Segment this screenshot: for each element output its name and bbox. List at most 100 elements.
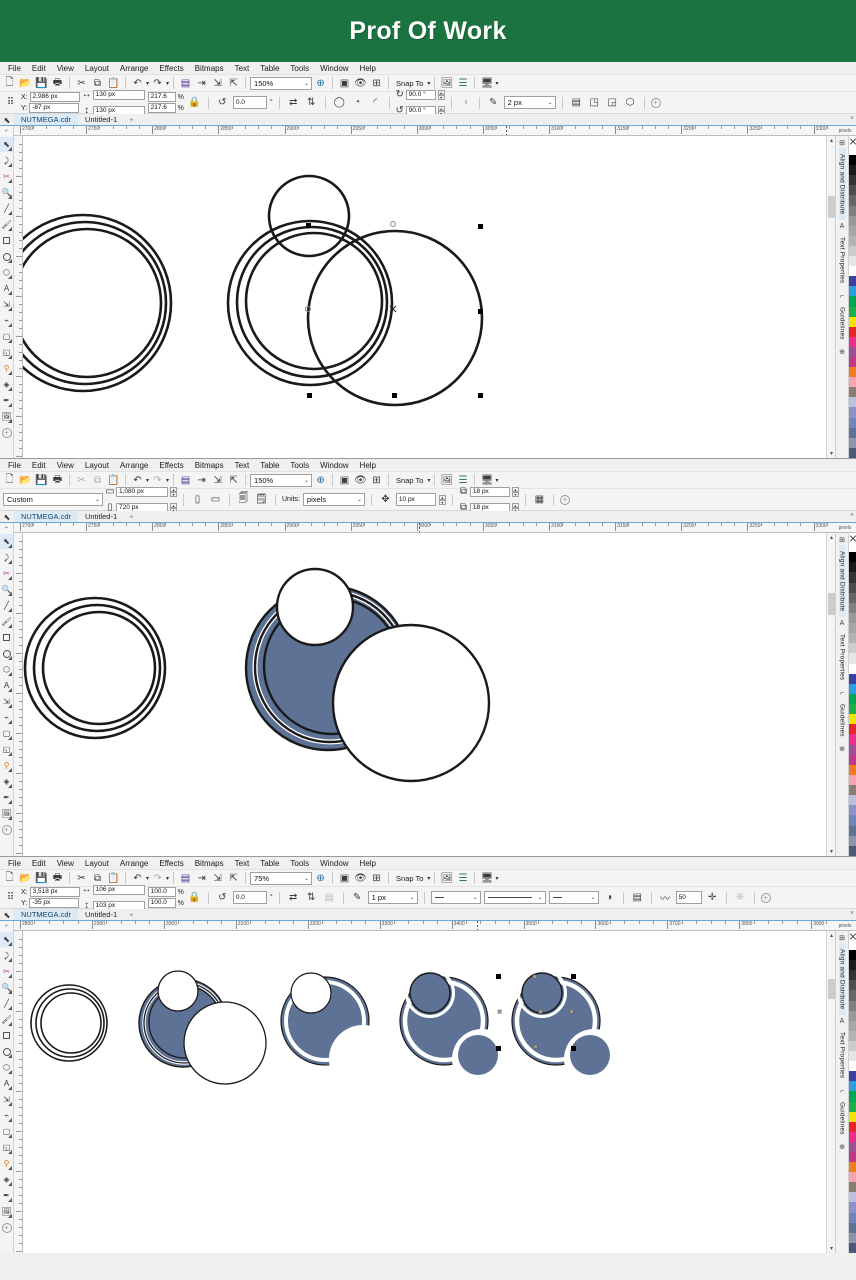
undo-dropdown-icon[interactable]: ▾ bbox=[146, 477, 149, 484]
snap-to-label[interactable]: Snap To bbox=[393, 874, 426, 883]
palette-swatch[interactable] bbox=[849, 602, 856, 613]
palette-swatch[interactable] bbox=[849, 612, 856, 623]
tool-fill[interactable]: 🖼 bbox=[0, 1204, 13, 1219]
menu-effects[interactable]: Effects bbox=[154, 62, 189, 75]
object-origin-icon[interactable]: ⠿ bbox=[3, 890, 18, 905]
palette-swatch[interactable] bbox=[849, 960, 856, 971]
propbar-overflow-icon[interactable]: + bbox=[760, 892, 771, 903]
menu-tools[interactable]: Tools bbox=[285, 62, 315, 75]
copy-icon[interactable]: ⧉ bbox=[90, 76, 105, 91]
propbar-overflow-icon[interactable]: + bbox=[559, 494, 570, 505]
undo-icon[interactable]: ↶ bbox=[130, 871, 145, 886]
pie-mode-icon[interactable]: ◔ bbox=[350, 95, 365, 110]
palette-swatch[interactable] bbox=[849, 1051, 856, 1062]
rotation-angle-field[interactable]: 0.0 bbox=[232, 96, 267, 109]
palette-swatch[interactable] bbox=[849, 306, 856, 317]
doc-tab-nutmega[interactable]: NUTMEGA.cdr bbox=[14, 114, 79, 125]
save-icon[interactable]: 💾 bbox=[34, 871, 49, 886]
palette-swatch[interactable] bbox=[849, 397, 856, 408]
palette-swatch[interactable] bbox=[849, 623, 856, 634]
show-hide-rulers-icon[interactable]: 👁 bbox=[353, 473, 368, 488]
scroll-down-icon[interactable]: ▾ bbox=[827, 1244, 836, 1253]
vertical-scrollbar-top[interactable]: ▴ ▾ bbox=[826, 136, 835, 458]
palette-swatch[interactable] bbox=[849, 155, 856, 166]
palette-swatch[interactable] bbox=[849, 387, 856, 398]
paste-icon[interactable]: 📋 bbox=[106, 76, 121, 91]
palette-swatch[interactable] bbox=[849, 195, 856, 206]
tool-crop[interactable]: ✂ bbox=[0, 964, 13, 979]
new-document-icon[interactable]: 🗋 bbox=[2, 473, 17, 488]
docker-tab-text[interactable]: Text Properties bbox=[839, 1026, 846, 1084]
palette-swatch[interactable] bbox=[849, 1192, 856, 1203]
fullscreen-preview-icon[interactable]: ▣ bbox=[337, 76, 352, 91]
object-width-field[interactable]: 106 px bbox=[92, 884, 145, 895]
menu-layout[interactable]: Layout bbox=[80, 857, 115, 870]
palette-swatch[interactable] bbox=[849, 1091, 856, 1102]
export-icon[interactable]: ⇥ bbox=[194, 473, 209, 488]
menu-arrange[interactable]: Arrange bbox=[115, 459, 154, 472]
tool-shape[interactable]: ⤸ bbox=[0, 153, 13, 168]
horizontal-ruler-bottom[interactable]: 2800 2900 3000 3100 3200 3300 3400 3500 3600 3700… bbox=[14, 921, 834, 931]
docker-overflow-icon[interactable]: ⊕ bbox=[839, 348, 845, 356]
menu-file[interactable]: File bbox=[4, 459, 27, 472]
redo-icon[interactable]: ↷ bbox=[150, 871, 165, 886]
application-launcher-icon[interactable]: 🖥 bbox=[479, 76, 494, 91]
palette-swatch[interactable] bbox=[849, 990, 856, 1001]
color-palette-top[interactable] bbox=[848, 136, 856, 458]
page-border-icon[interactable]: ▦ bbox=[532, 492, 547, 507]
menu-arrange[interactable]: Arrange bbox=[115, 62, 154, 75]
fullscreen-preview-icon[interactable]: ▣ bbox=[337, 871, 352, 886]
export-icon[interactable]: ⇥ bbox=[194, 76, 209, 91]
export-ho-icon[interactable]: ⇱ bbox=[226, 473, 241, 488]
scale-height-field[interactable]: 100.0 bbox=[147, 898, 176, 908]
tool-drop-shadow[interactable]: ▢ bbox=[0, 1124, 13, 1139]
ruler-origin-corner[interactable]: ⌐ bbox=[0, 921, 14, 931]
vertical-ruler-bottom[interactable] bbox=[14, 931, 23, 1253]
mirror-vertical-icon[interactable]: ⇅ bbox=[304, 95, 319, 110]
palette-swatch[interactable] bbox=[849, 633, 856, 644]
palette-swatch[interactable] bbox=[849, 1081, 856, 1092]
palette-swatch[interactable] bbox=[849, 683, 856, 694]
tool-freehand[interactable]: ╱ bbox=[0, 201, 13, 216]
menu-window[interactable]: Window bbox=[315, 857, 354, 870]
palette-swatch[interactable] bbox=[849, 1212, 856, 1223]
vertical-ruler-mid[interactable] bbox=[14, 533, 23, 856]
palette-swatch[interactable] bbox=[849, 245, 856, 257]
outline-behind-fill-icon[interactable]: ◑ bbox=[602, 890, 617, 905]
palette-swatch[interactable] bbox=[849, 316, 856, 327]
vertical-ruler-top[interactable] bbox=[14, 136, 23, 458]
fullscreen-preview-icon[interactable]: ▣ bbox=[337, 473, 352, 488]
trim-icon[interactable]: ◲ bbox=[605, 95, 620, 110]
tool-drop-shadow[interactable]: ▢ bbox=[0, 726, 13, 741]
palette-swatch[interactable] bbox=[849, 774, 856, 785]
palette-swatch[interactable] bbox=[849, 825, 856, 836]
application-launcher-icon[interactable]: 🖥 bbox=[479, 473, 494, 488]
color-palette-bottom[interactable] bbox=[848, 931, 856, 1253]
scroll-down-icon[interactable]: ▾ bbox=[827, 449, 836, 458]
palette-swatch[interactable] bbox=[849, 215, 856, 226]
import-icon[interactable]: ▤ bbox=[178, 76, 193, 91]
copy-icon[interactable]: ⧉ bbox=[90, 473, 105, 488]
docker-tab-align[interactable]: Align and Distribute bbox=[838, 148, 846, 221]
menu-help[interactable]: Help bbox=[355, 857, 382, 870]
palette-swatch[interactable] bbox=[849, 326, 856, 337]
publish-pdf-icon[interactable]: ⇲ bbox=[210, 473, 225, 488]
vertical-scrollbar-bottom[interactable]: ▴ ▾ bbox=[826, 931, 835, 1253]
tool-rectangle[interactable] bbox=[0, 233, 13, 248]
lock-ratio-icon[interactable]: 🔒 bbox=[187, 890, 202, 905]
menu-file[interactable]: File bbox=[4, 857, 27, 870]
docker-tab-align[interactable]: Align and Distribute bbox=[838, 545, 846, 618]
undo-icon[interactable]: ↶ bbox=[130, 473, 145, 488]
open-document-icon[interactable]: 📂 bbox=[18, 871, 33, 886]
tool-zoom[interactable]: 🔍 bbox=[0, 980, 13, 995]
menu-file[interactable]: File bbox=[4, 62, 27, 75]
tool-transparency[interactable]: ◱ bbox=[0, 742, 13, 757]
undo-dropdown-icon[interactable]: ▾ bbox=[146, 875, 149, 882]
redo-icon[interactable]: ↷ bbox=[150, 473, 165, 488]
tool-ellipse[interactable] bbox=[0, 1044, 13, 1059]
vertical-scrollbar-mid[interactable]: ▴ ▾ bbox=[826, 533, 835, 856]
docker-tab-guidelines[interactable]: Guidelines bbox=[839, 301, 846, 346]
palette-swatch[interactable] bbox=[849, 185, 856, 196]
doc-tab-nutmega[interactable]: NUTMEGA.cdr bbox=[14, 511, 79, 522]
tool-shape[interactable]: ⤸ bbox=[0, 550, 13, 565]
